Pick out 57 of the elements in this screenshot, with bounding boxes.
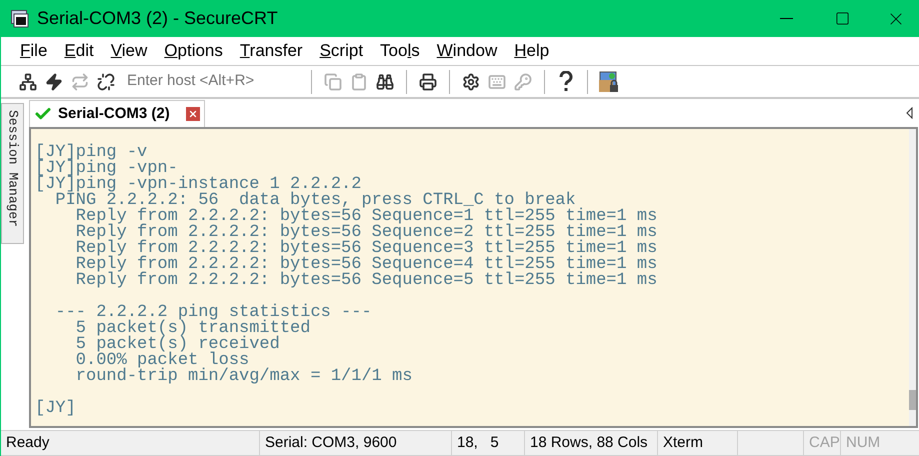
key-icon [514,72,532,90]
terminal-line: Reply from 2.2.2.2: bytes=56 Sequence=1 ttl=255 time=1 ms [74,209,658,225]
menu-item[interactable]: Help [514,38,550,64]
host-field[interactable]: Enter host <Alt+R> [127,70,303,93]
terminal-line: [JY] [35,401,76,417]
terminal-line: round-trip min/avg/max = 1/1/1 ms [74,369,412,385]
broken-link-icon [97,72,115,90]
app-icon [11,10,29,28]
status-cell: NUM [840,431,885,455]
menu-item[interactable]: Transfer [240,38,303,64]
lightning-icon [45,72,63,90]
terminal-line: Reply from 2.2.2.2: bytes=56 Sequence=3 ttl=255 time=1 ms [74,241,658,257]
keyboard-icon [488,72,506,90]
terminal-line: [JY]ping -vpn- [35,161,178,177]
session-manager-tab[interactable]: Session Manager [1,103,24,244]
terminal-line: [JY]ping -vpn-instance 1 2.2.2.2 [35,177,362,193]
repeat-icon [71,72,89,90]
menu-item[interactable]: View [110,38,148,64]
menu-item[interactable]: Options [164,38,223,64]
gear-icon [462,72,480,90]
terminal[interactable] [29,127,918,428]
minimize-icon [780,18,792,19]
scrollbar[interactable] [909,129,916,426]
terminal-line: 0.00% packet loss [74,353,250,369]
terminal-line: --- 2.2.2.2 ping statistics --- [54,305,372,321]
status-cell: CAP [803,431,840,455]
terminal-line: 5 packet(s) received [74,337,280,353]
scrollbar-thumb[interactable] [909,390,916,410]
status-cell: Xterm [657,431,737,455]
terminal-line: [JY]ping -v [35,145,148,161]
menu-item[interactable]: Window [436,38,498,64]
terminal-line: Reply from 2.2.2.2: bytes=56 Sequence=5 ttl=255 time=1 ms [74,273,658,289]
menu-item[interactable]: Tools [380,38,420,64]
clipboard-icon [350,72,368,90]
menu-item[interactable]: Edit [64,38,94,64]
copy-icon [324,72,342,90]
window-title: Serial-COM3 (2) - SecureCRT [37,7,278,30]
terminal-line: 5 packet(s) transmitted [74,321,310,337]
terminal-line: Reply from 2.2.2.2: bytes=56 Sequence=4 ttl=255 time=1 ms [74,257,658,273]
session-tab[interactable]: Serial-COM3 (2) [29,100,205,127]
status-cell: 18, 5 [451,431,524,455]
network-icon [19,72,37,90]
maximize-icon [834,11,850,26]
close-tab-icon[interactable] [186,107,200,121]
close-icon [188,109,198,119]
printer-icon [419,72,437,90]
status-cell: 18 Rows, 88 Cols [524,431,657,455]
menu-item[interactable]: File [20,38,48,64]
binoculars-icon [376,72,394,90]
question-mark-icon [558,70,574,92]
scroll-tabs-left-icon[interactable] [906,107,913,119]
folder-lock-icon [599,70,619,92]
terminal-line: PING 2.2.2.2: 56 data bytes, press CTRL_C to break [55,193,576,209]
status-cell-text: Ready [5,432,50,453]
menu-item[interactable]: Script [320,38,364,64]
status-cell: Serial: COM3, 9600 [259,431,451,455]
terminal-line: Reply from 2.2.2.2: bytes=56 Sequence=2 ttl=255 time=1 ms [74,225,658,241]
